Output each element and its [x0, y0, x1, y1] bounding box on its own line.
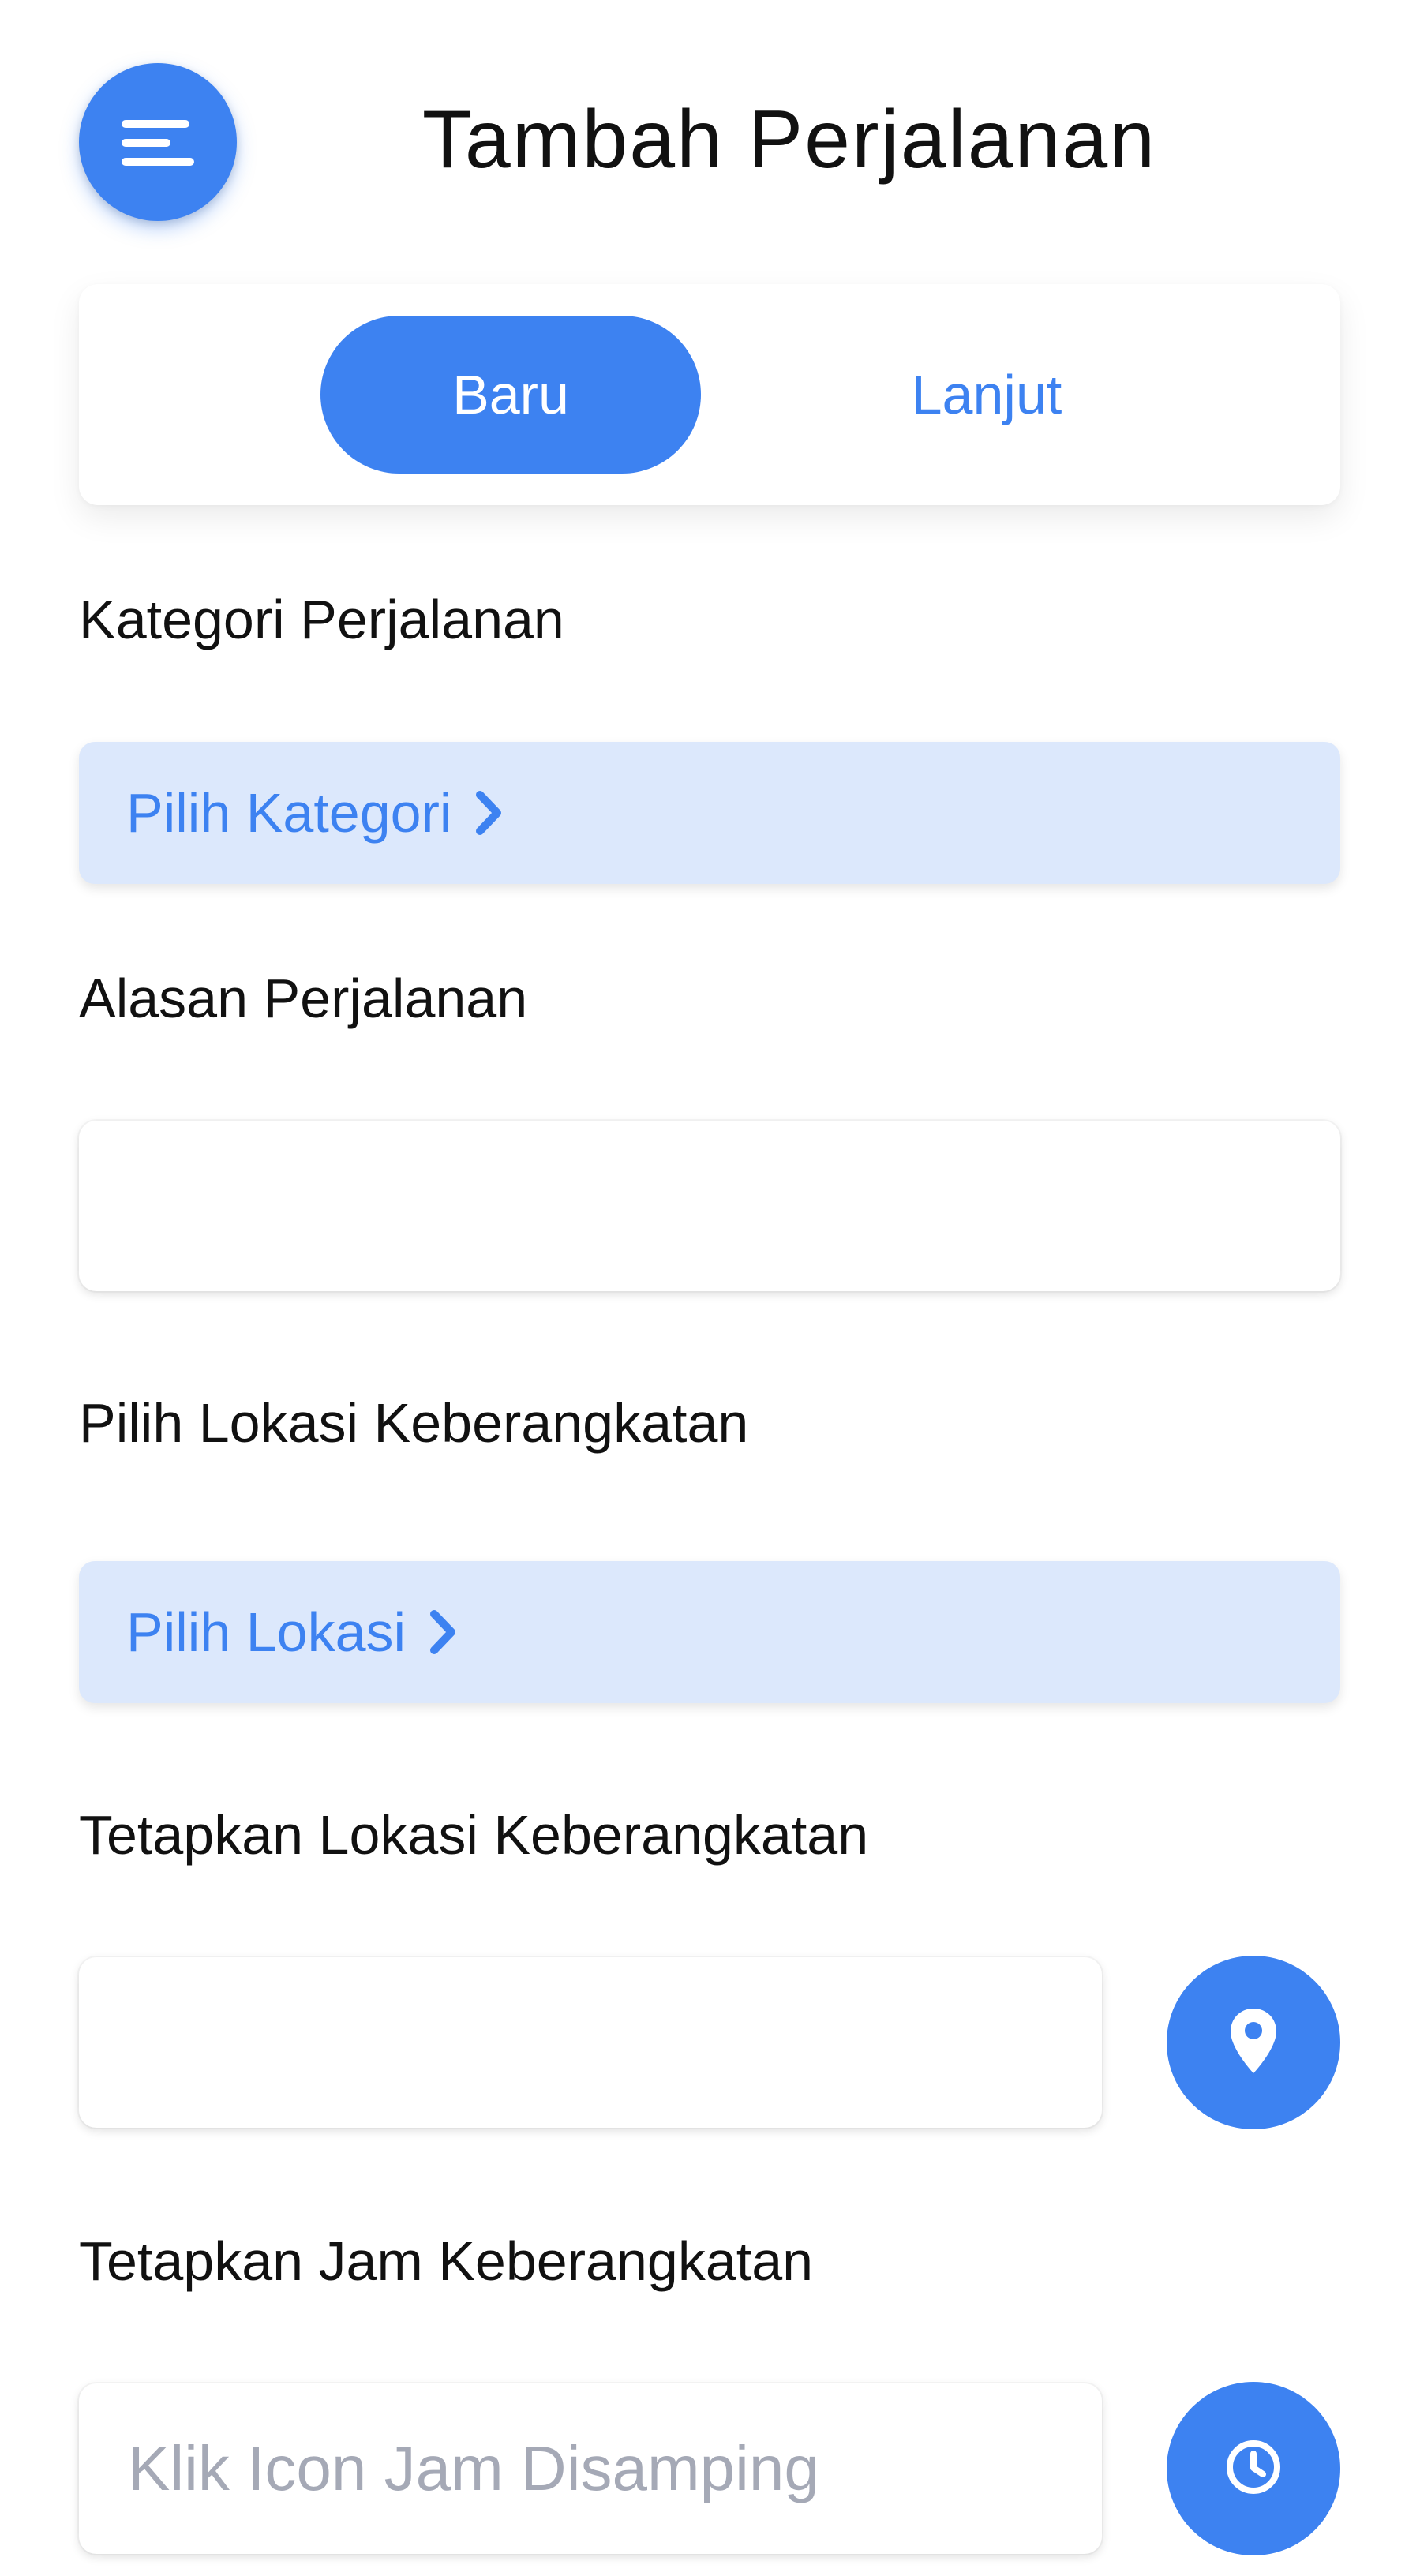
location-picker[interactable]: Pilih Lokasi — [79, 1561, 1340, 1703]
set-location-field[interactable] — [79, 1957, 1102, 2128]
clock-icon — [1224, 2438, 1283, 2500]
map-pin-icon — [1227, 2005, 1279, 2080]
set-location-label: Tetapkan Lokasi Keberangkatan — [79, 1804, 869, 1866]
tab-lanjut[interactable]: Lanjut — [805, 316, 1168, 474]
category-picker-text: Pilih Kategori — [126, 782, 452, 844]
menu-button[interactable] — [79, 63, 237, 221]
category-picker[interactable]: Pilih Kategori — [79, 742, 1340, 884]
set-time-label: Tetapkan Jam Keberangkatan — [79, 2230, 814, 2292]
tab-baru[interactable]: Baru — [320, 316, 701, 474]
location-picker-text: Pilih Lokasi — [126, 1601, 407, 1663]
set-location-input[interactable] — [126, 2005, 1055, 2080]
departure-location-label: Pilih Lokasi Keberangkatan — [79, 1392, 749, 1454]
set-time-field[interactable] — [79, 2383, 1102, 2554]
map-pin-button[interactable] — [1167, 1956, 1340, 2129]
chevron-right-icon — [428, 1608, 459, 1657]
reason-field[interactable] — [79, 1121, 1340, 1291]
set-time-input[interactable] — [126, 2432, 1055, 2506]
page-title: Tambah Perjalanan — [422, 94, 1157, 185]
clock-button[interactable] — [1167, 2382, 1340, 2555]
chevron-right-icon — [474, 788, 505, 837]
reason-input[interactable] — [126, 1169, 1293, 1243]
reason-label: Alasan Perjalanan — [79, 968, 528, 1029]
category-label: Kategori Perjalanan — [79, 589, 564, 650]
tab-switcher: Baru Lanjut — [79, 284, 1340, 505]
